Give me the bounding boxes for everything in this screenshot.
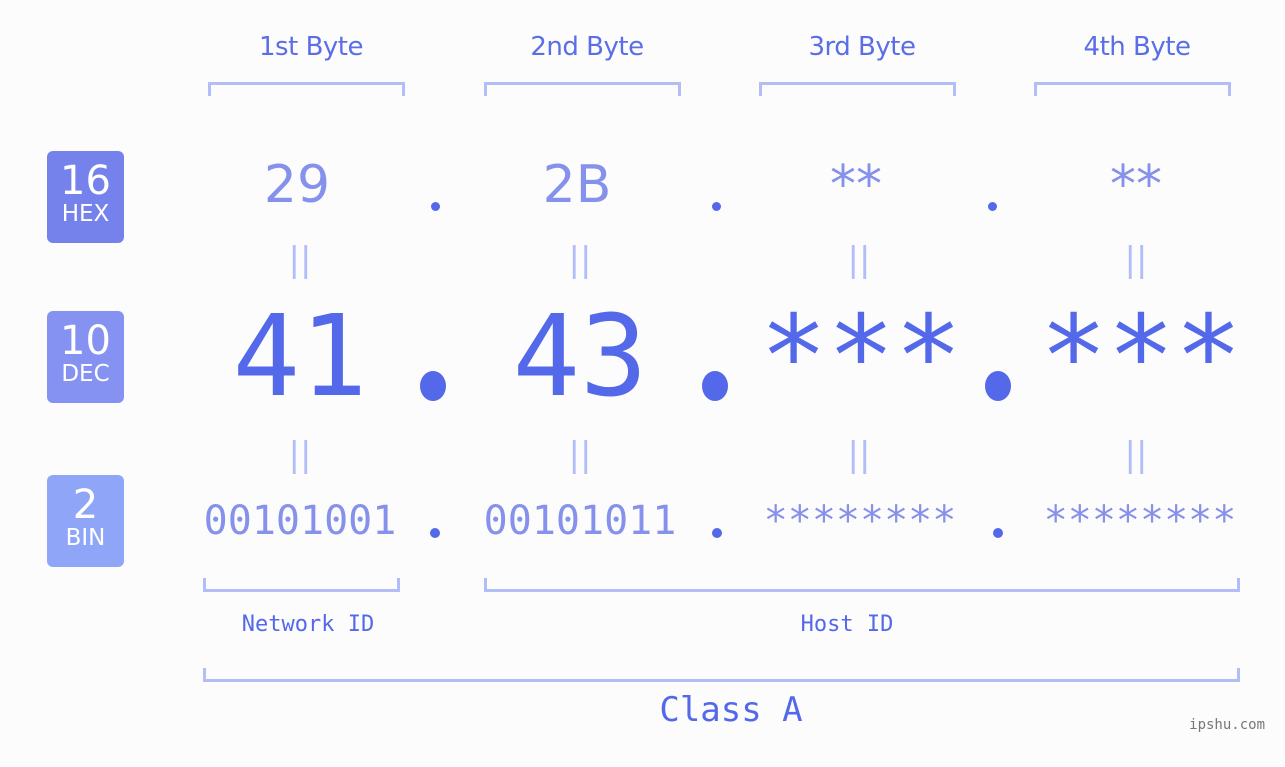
- equals-sign: ||: [847, 240, 871, 280]
- hex-badge: 16 HEX: [47, 151, 124, 243]
- byte-header-1: 1st Byte: [259, 32, 363, 62]
- hex-value-1: 29: [263, 155, 331, 215]
- bin-value-3: ********: [763, 498, 957, 544]
- network-id-bracket: [203, 578, 400, 592]
- dec-value-2: 43: [512, 292, 648, 422]
- equals-sign: ||: [288, 435, 312, 475]
- bin-value-1: 00101001: [203, 498, 397, 544]
- byte-header-2: 2nd Byte: [530, 32, 644, 62]
- byte-header-4: 4th Byte: [1083, 32, 1191, 62]
- host-id-label: Host ID: [800, 612, 894, 637]
- bin-separator-dot: [993, 528, 1003, 538]
- bin-value-2: 00101011: [483, 498, 677, 544]
- hex-value-3: **: [830, 155, 882, 215]
- byte-bracket-3: [759, 82, 956, 96]
- class-label: Class A: [659, 690, 803, 730]
- equals-sign: ||: [568, 240, 592, 280]
- dec-value-3: ***: [759, 292, 963, 422]
- dec-value-4: ***: [1039, 292, 1243, 422]
- bin-separator-dot: [712, 528, 722, 538]
- host-id-bracket: [484, 578, 1240, 592]
- dec-separator-dot: [702, 371, 728, 401]
- network-id-label: Network ID: [241, 612, 375, 637]
- bin-separator-dot: [430, 528, 440, 538]
- dec-separator-dot: [420, 371, 446, 401]
- equals-sign: ||: [568, 435, 592, 475]
- dec-badge-label: DEC: [61, 361, 110, 387]
- hex-separator-dot: [431, 202, 440, 211]
- equals-sign: ||: [1124, 435, 1148, 475]
- byte-bracket-4: [1034, 82, 1231, 96]
- bin-badge-base: 2: [72, 482, 99, 528]
- equals-sign: ||: [847, 435, 871, 475]
- watermark: ipshu.com: [1189, 717, 1265, 733]
- class-bracket: [203, 668, 1240, 682]
- hex-badge-base: 16: [60, 158, 111, 204]
- dec-value-1: 41: [232, 292, 368, 422]
- hex-value-4: **: [1110, 155, 1162, 215]
- bin-value-4: ********: [1043, 498, 1237, 544]
- hex-value-2: 2B: [542, 155, 612, 215]
- byte-bracket-1: [208, 82, 405, 96]
- bin-badge-label: BIN: [65, 525, 106, 551]
- equals-sign: ||: [1124, 240, 1148, 280]
- dec-separator-dot: [985, 371, 1011, 401]
- bin-badge: 2 BIN: [47, 475, 124, 567]
- hex-badge-label: HEX: [61, 201, 110, 227]
- dec-badge-base: 10: [60, 318, 111, 364]
- hex-separator-dot: [712, 202, 721, 211]
- hex-separator-dot: [988, 202, 997, 211]
- equals-sign: ||: [288, 240, 312, 280]
- byte-header-3: 3rd Byte: [808, 32, 916, 62]
- dec-badge: 10 DEC: [47, 311, 124, 403]
- byte-bracket-2: [484, 82, 681, 96]
